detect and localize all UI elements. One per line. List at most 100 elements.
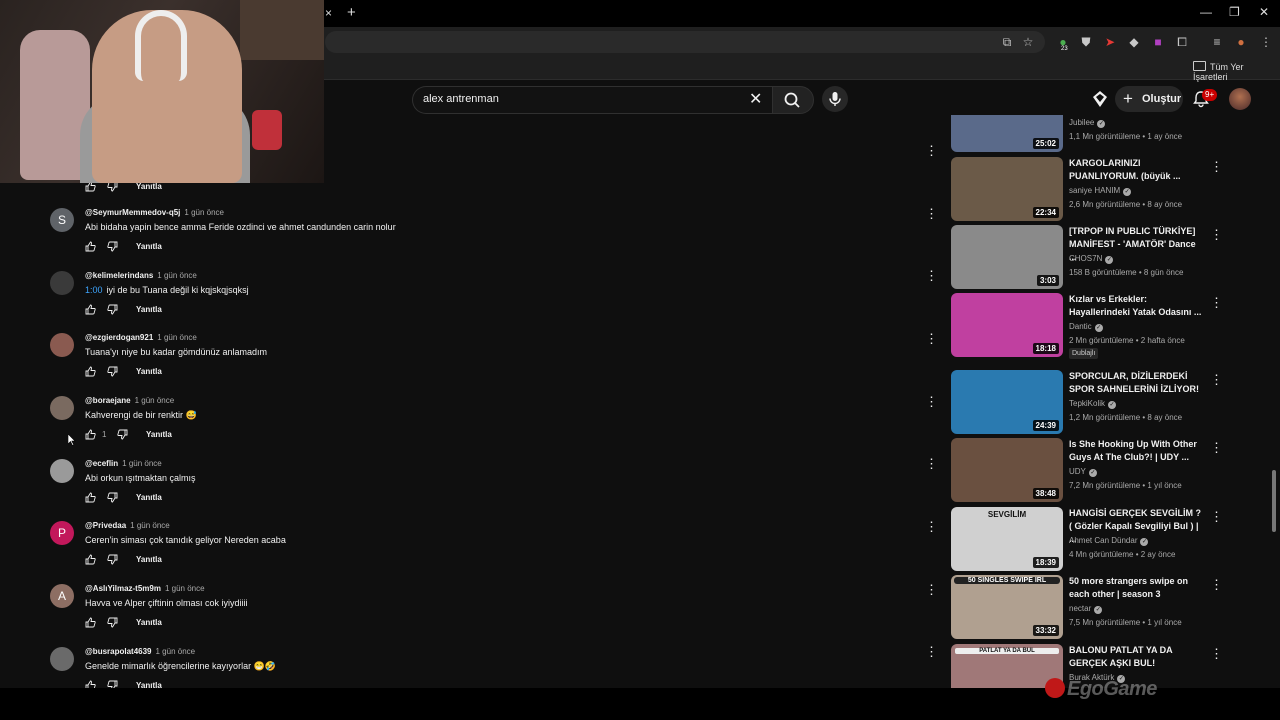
browser-menu-icon[interactable]: ⋮ [1258,34,1274,50]
commenter-avatar[interactable]: S [50,208,74,232]
reply-button[interactable]: Yanıtla [136,493,162,502]
comment-author[interactable]: @AslıYilmaz-t5m9m [85,584,161,593]
close-window-icon[interactable]: ✕ [1259,5,1269,19]
video-title[interactable]: KARGOLARINIZI PUANLIYORUM. (büyük ... [1069,157,1203,183]
like-icon[interactable] [85,304,96,315]
video-thumbnail[interactable]: 25:02 [951,115,1063,152]
comment-menu-icon[interactable]: ⋮ [925,143,938,159]
video-thumbnail[interactable]: 38:48 [951,438,1063,502]
diamond-extension-icon[interactable]: ◆ [1126,34,1142,50]
commenter-avatar[interactable] [50,396,74,420]
recommended-video[interactable]: 25:02 Jubilee ✓ 1,1 Mn görüntüleme • 1 ay… [951,115,1221,152]
dislike-icon[interactable] [107,617,118,628]
commenter-avatar[interactable] [50,333,74,357]
recommended-video[interactable]: 50 SINGLES SWIPE IRL 33:32 50 more stran… [951,575,1223,639]
all-bookmarks-folder[interactable]: Tüm Yer İşaretleri [1193,61,1280,82]
bookmark-star-icon[interactable]: ☆ [1020,34,1036,50]
comment-age[interactable]: 1 gün önce [184,208,224,217]
reply-button[interactable]: Yanıtla [136,555,162,564]
comment-menu-icon[interactable]: ⋮ [925,206,938,222]
reply-button[interactable]: Yanıtla [136,618,162,627]
purple-extension-icon[interactable]: ■ [1150,34,1166,50]
clear-search-icon[interactable]: ✕ [749,89,762,109]
video-menu-icon[interactable]: ⋮ [1210,159,1223,175]
video-title[interactable]: Kızlar vs Erkekler: Hayallerindeki Yatak… [1069,293,1203,319]
comment-age[interactable]: 1 gün önce [156,647,196,656]
media-list-icon[interactable]: ≡ [1209,34,1225,50]
channel-name[interactable]: CHOS7N [1069,254,1102,263]
profile-icon[interactable]: ● [1233,34,1249,50]
search-query[interactable]: alex antrenman [423,93,499,105]
create-button[interactable]: + Oluştur [1115,86,1183,112]
dislike-icon[interactable] [107,492,118,503]
comment-menu-icon[interactable]: ⋮ [925,331,938,347]
recommended-video[interactable]: 38:48 Is She Hooking Up With Other Guys … [951,438,1223,502]
comment-author[interactable]: @boraejane [85,396,131,405]
channel-name[interactable]: TepkiKolik [1069,399,1105,408]
video-menu-icon[interactable]: ⋮ [1210,577,1223,593]
comment-age[interactable]: 1 gün önce [122,459,162,468]
video-thumbnail[interactable]: SEVGİLİM 18:39 [951,507,1063,571]
account-avatar[interactable] [1229,88,1251,110]
commenter-avatar[interactable]: P [50,521,74,545]
channel-name[interactable]: Jubilee [1069,118,1094,127]
minimize-window-icon[interactable]: — [1200,5,1212,19]
comment-author[interactable]: @kelimelerindans [85,271,153,280]
dislike-icon[interactable] [107,241,118,252]
video-thumbnail[interactable]: 24:39 [951,370,1063,434]
comment-menu-icon[interactable]: ⋮ [925,268,938,284]
channel-name[interactable]: Dantic [1069,322,1092,331]
recommended-video[interactable]: 18:18 Kızlar vs Erkekler: Hayallerindeki… [951,293,1223,359]
dislike-icon[interactable] [107,366,118,377]
reply-button[interactable]: Yanıtla [136,367,162,376]
video-thumbnail[interactable]: 18:18 [951,293,1063,357]
comment-author[interactable]: @eceflin [85,459,118,468]
video-title[interactable]: 50 more strangers swipe on each other | … [1069,575,1203,601]
recommended-video[interactable]: 3:03 [TRPOP IN PUBLIC TÜRKİYE] MANİFEST … [951,225,1223,289]
address-bar[interactable] [325,31,1045,53]
restore-window-icon[interactable]: ❐ [1229,5,1240,19]
comment-menu-icon[interactable]: ⋮ [925,519,938,535]
comment-age[interactable]: 1 gün önce [135,396,175,405]
video-menu-icon[interactable]: ⋮ [1210,372,1223,388]
like-icon[interactable] [85,554,96,565]
comment-author[interactable]: @ezgierdogan921 [85,333,153,342]
reply-button[interactable]: Yanıtla [136,242,162,251]
recommended-video[interactable]: 24:39 SPORCULAR, DİZİLERDEKİ SPOR SAHNEL… [951,370,1223,434]
video-thumbnail[interactable]: 3:03 [951,225,1063,289]
dislike-icon[interactable] [107,304,118,315]
dislike-icon[interactable] [117,429,128,440]
commenter-avatar[interactable] [50,271,74,295]
like-icon[interactable] [85,429,96,440]
recommended-video[interactable]: 22:34 KARGOLARINIZI PUANLIYORUM. (büyük … [951,157,1223,221]
puzzle-extensions-icon[interactable]: ⧠ [1174,34,1190,50]
install-app-icon[interactable]: ⧉ [999,34,1015,50]
video-menu-icon[interactable]: ⋮ [1210,227,1223,243]
video-thumbnail[interactable]: 22:34 [951,157,1063,221]
comment-menu-icon[interactable]: ⋮ [925,456,938,472]
comment-menu-icon[interactable]: ⋮ [925,582,938,598]
channel-name[interactable]: nectar [1069,604,1091,613]
comment-author[interactable]: @SeymurMemmedov-q5j [85,208,180,217]
close-tab-icon[interactable]: × [325,6,332,20]
extension-green-icon[interactable]: ● 23 [1055,34,1071,52]
timestamp-link[interactable]: 1:00 [85,285,103,295]
voice-search-button[interactable] [822,86,848,112]
comment-author[interactable]: @busrapolat4639 [85,647,152,656]
comment-author[interactable]: @Privedaa [85,521,126,530]
reply-button[interactable]: Yanıtla [136,182,162,191]
video-menu-icon[interactable]: ⋮ [1210,295,1223,311]
video-title[interactable]: Is She Hooking Up With Other Guys At The… [1069,438,1203,464]
video-menu-icon[interactable]: ⋮ [1210,440,1223,456]
comment-menu-icon[interactable]: ⋮ [925,644,938,660]
comment-age[interactable]: 1 gün önce [157,333,197,342]
like-icon[interactable] [85,492,96,503]
comment-menu-icon[interactable]: ⋮ [925,394,938,410]
recommended-video[interactable]: SEVGİLİM 18:39 HANGİSİ GERÇEK SEVGİLİM ?… [951,507,1223,571]
reply-button[interactable]: Yanıtla [146,430,172,439]
channel-name[interactable]: saniye HANIM [1069,186,1120,195]
commenter-avatar[interactable] [50,647,74,671]
channel-name[interactable]: UDY [1069,467,1086,476]
video-title[interactable]: BALONU PATLAT YA DA GERÇEK AŞKI BUL! [1069,644,1203,670]
new-tab-button[interactable]: + [347,4,356,21]
